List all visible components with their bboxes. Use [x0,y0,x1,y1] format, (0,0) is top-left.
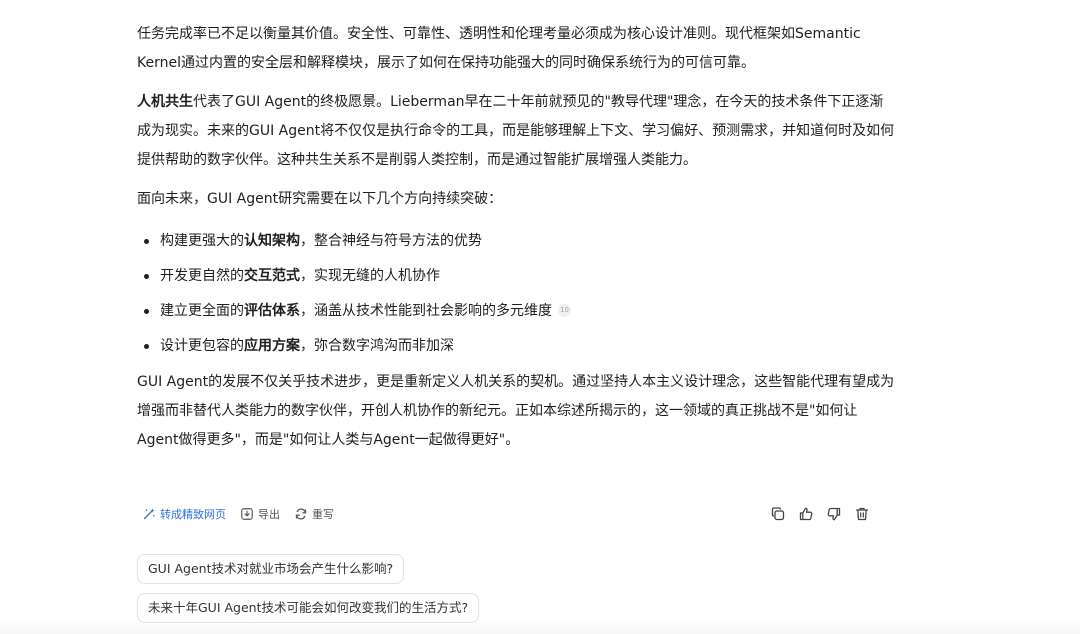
convert-webpage-label: 转成精致网页 [160,508,226,521]
citation-badge[interactable]: 10 [558,303,571,317]
paragraph-safety: 任务完成率已不足以衡量其价值。安全性、可靠性、透明性和伦理考量必须成为核心设计准… [137,26,861,71]
message-content: 任务完成率已不足以衡量其价值。安全性、可靠性、透明性和伦理考量必须成为核心设计准… [137,20,897,465]
thumbs-down-icon [827,507,841,521]
suggestion-chip[interactable]: 未来十年GUI Agent技术可能会如何改变我们的生活方式? [137,593,480,623]
list-item-bold: 认知架构 [244,233,300,249]
thumbs-up-button[interactable] [798,506,814,522]
thumbs-up-icon [799,507,813,521]
refresh-icon [295,508,307,520]
list-item-text: ，涵盖从技术性能到社会影响的多元维度 [300,303,552,319]
paragraph-future-intro: 面向未来，GUI Agent研究需要在以下几个方向持续突破： [137,191,503,207]
list-item-text: 开发更自然的 [160,268,244,284]
paragraph-conclusion: GUI Agent的发展不仅关乎技术进步，更是重新定义人机关系的契机。通过坚持人… [137,374,895,448]
bottom-fade [0,620,1080,634]
list-item-text: 构建更强大的 [160,233,244,249]
message-actions [770,506,870,522]
suggestion-chip[interactable]: GUI Agent技术对就业市场会产生什么影响? [137,554,405,584]
list-item-text: 设计更包容的 [160,338,244,354]
bold-symbiosis: 人机共生 [137,94,193,110]
thumbs-down-button[interactable] [826,506,842,522]
magic-wand-icon [143,508,155,520]
list-item-bold: 评估体系 [244,303,300,319]
list-item-bold: 交互范式 [244,268,300,284]
list-item-text: 建立更全面的 [160,303,244,319]
trash-icon [855,507,869,521]
list-item-bold: 应用方案 [244,338,300,354]
list-item: 建立更全面的评估体系，涵盖从技术性能到社会影响的多元维度 10 [137,294,897,329]
export-label: 导出 [258,508,280,521]
list-item: 开发更自然的交互范式，实现无缝的人机协作 [137,259,897,294]
export-button[interactable]: 导出 [240,506,280,522]
delete-button[interactable] [854,506,870,522]
list-item-text: ，整合神经与符号方法的优势 [300,233,482,249]
download-icon [241,508,253,520]
copy-icon [771,507,785,521]
list-item-text: ，实现无缝的人机协作 [300,268,440,284]
direction-list: 构建更强大的认知架构，整合神经与符号方法的优势 开发更自然的交互范式，实现无缝的… [137,224,897,364]
paragraph-symbiosis: 人机共生代表了GUI Agent的终极愿景。Lieberman早在二十年前就预见… [137,88,897,175]
list-item-text: ，弥合数字鸿沟而非加深 [300,338,454,354]
convert-webpage-button[interactable]: 转成精致网页 [142,506,226,522]
rewrite-button[interactable]: 重写 [294,506,334,522]
rewrite-label: 重写 [312,508,334,521]
copy-button[interactable] [770,506,786,522]
list-item: 设计更包容的应用方案，弥合数字鸿沟而非加深 [137,329,897,364]
message-toolbar: 转成精致网页 导出 重写 [142,503,872,525]
paragraph-symbiosis-text: 代表了GUI Agent的终极愿景。Lieberman早在二十年前就预见的"教导… [137,94,895,168]
list-item: 构建更强大的认知架构，整合神经与符号方法的优势 [137,224,897,259]
